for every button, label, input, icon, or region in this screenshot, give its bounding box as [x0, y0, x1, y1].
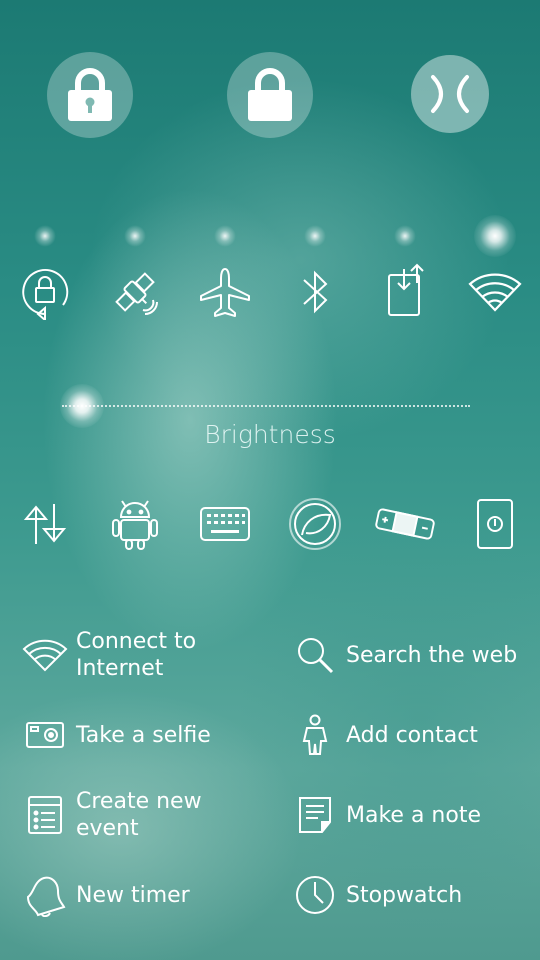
mobile-data-switch[interactable]	[15, 494, 75, 554]
person-icon	[292, 712, 338, 758]
ambience-icon	[289, 498, 341, 550]
gps-indicator	[124, 225, 146, 247]
shortcut-stopwatch[interactable]: Stopwatch	[292, 872, 462, 918]
usb-mode-indicator	[394, 225, 416, 247]
calendar-list-icon	[22, 792, 68, 838]
wifi-icon	[22, 632, 68, 678]
shortcut-label: Create new event	[76, 789, 202, 841]
shortcut-label: Take a selfie	[76, 722, 211, 748]
bell-icon	[22, 872, 68, 918]
shortcut-new-timer[interactable]: New timer	[22, 872, 190, 918]
usb-mode-switch[interactable]	[375, 260, 435, 320]
bluetooth-switch[interactable]	[285, 262, 345, 322]
orientation-lock-switch[interactable]	[15, 262, 75, 322]
keyboard-switch[interactable]	[195, 494, 255, 554]
shortcut-label: New timer	[76, 882, 190, 908]
flight-mode-switch[interactable]	[195, 262, 255, 322]
shortcut-label: Connect to Internet	[76, 629, 197, 681]
airplane-icon	[200, 268, 250, 317]
shortcut-label: Stopwatch	[346, 882, 463, 908]
android-support-switch[interactable]	[105, 494, 165, 554]
android-icon	[112, 500, 158, 550]
shortcut-label: Make a note	[346, 802, 481, 828]
flight-mode-indicator	[214, 225, 236, 247]
shortcut-take-selfie[interactable]: Take a selfie	[22, 712, 211, 758]
tethering-switch[interactable]	[375, 494, 435, 554]
brightness-label: Brightness	[204, 420, 336, 449]
patch-icon	[375, 508, 435, 540]
camera-icon	[22, 712, 68, 758]
brightness-slider[interactable]	[62, 405, 470, 407]
note-icon	[292, 792, 338, 838]
lock-screen-button[interactable]	[227, 52, 313, 138]
search-icon	[292, 632, 338, 678]
shortcut-create-event[interactable]: Create new event	[22, 788, 202, 842]
close-button[interactable]	[411, 55, 489, 133]
satellite-icon	[115, 272, 158, 315]
rotation-lock-icon	[22, 269, 69, 320]
keyboard-icon	[200, 507, 250, 541]
shortcut-connect-internet[interactable]: Connect to Internet	[22, 628, 196, 682]
bluetooth-indicator	[304, 225, 326, 247]
ambience-switch[interactable]	[285, 494, 345, 554]
wifi-indicator	[474, 215, 516, 257]
padlock-closed-icon	[68, 68, 112, 121]
power-switch[interactable]	[465, 494, 525, 554]
wifi-icon	[468, 273, 522, 312]
data-arrows-icon	[23, 504, 67, 544]
bluetooth-icon	[303, 270, 328, 314]
shortcut-make-note[interactable]: Make a note	[292, 792, 481, 838]
padlock-open-icon	[248, 68, 292, 121]
shortcut-label: Search the web	[346, 642, 518, 668]
shortcut-label: Add contact	[346, 722, 478, 748]
sailfish-close-icon	[431, 75, 469, 113]
lock-device-button[interactable]	[47, 52, 133, 138]
clock-icon	[292, 872, 338, 918]
orientation-lock-indicator	[34, 225, 56, 247]
power-icon	[477, 499, 513, 549]
shortcut-add-contact[interactable]: Add contact	[292, 712, 478, 758]
shortcut-search-web[interactable]: Search the web	[292, 632, 517, 678]
wifi-switch[interactable]	[465, 262, 525, 322]
usb-transfer-icon	[388, 263, 424, 316]
gps-switch[interactable]	[105, 262, 165, 322]
